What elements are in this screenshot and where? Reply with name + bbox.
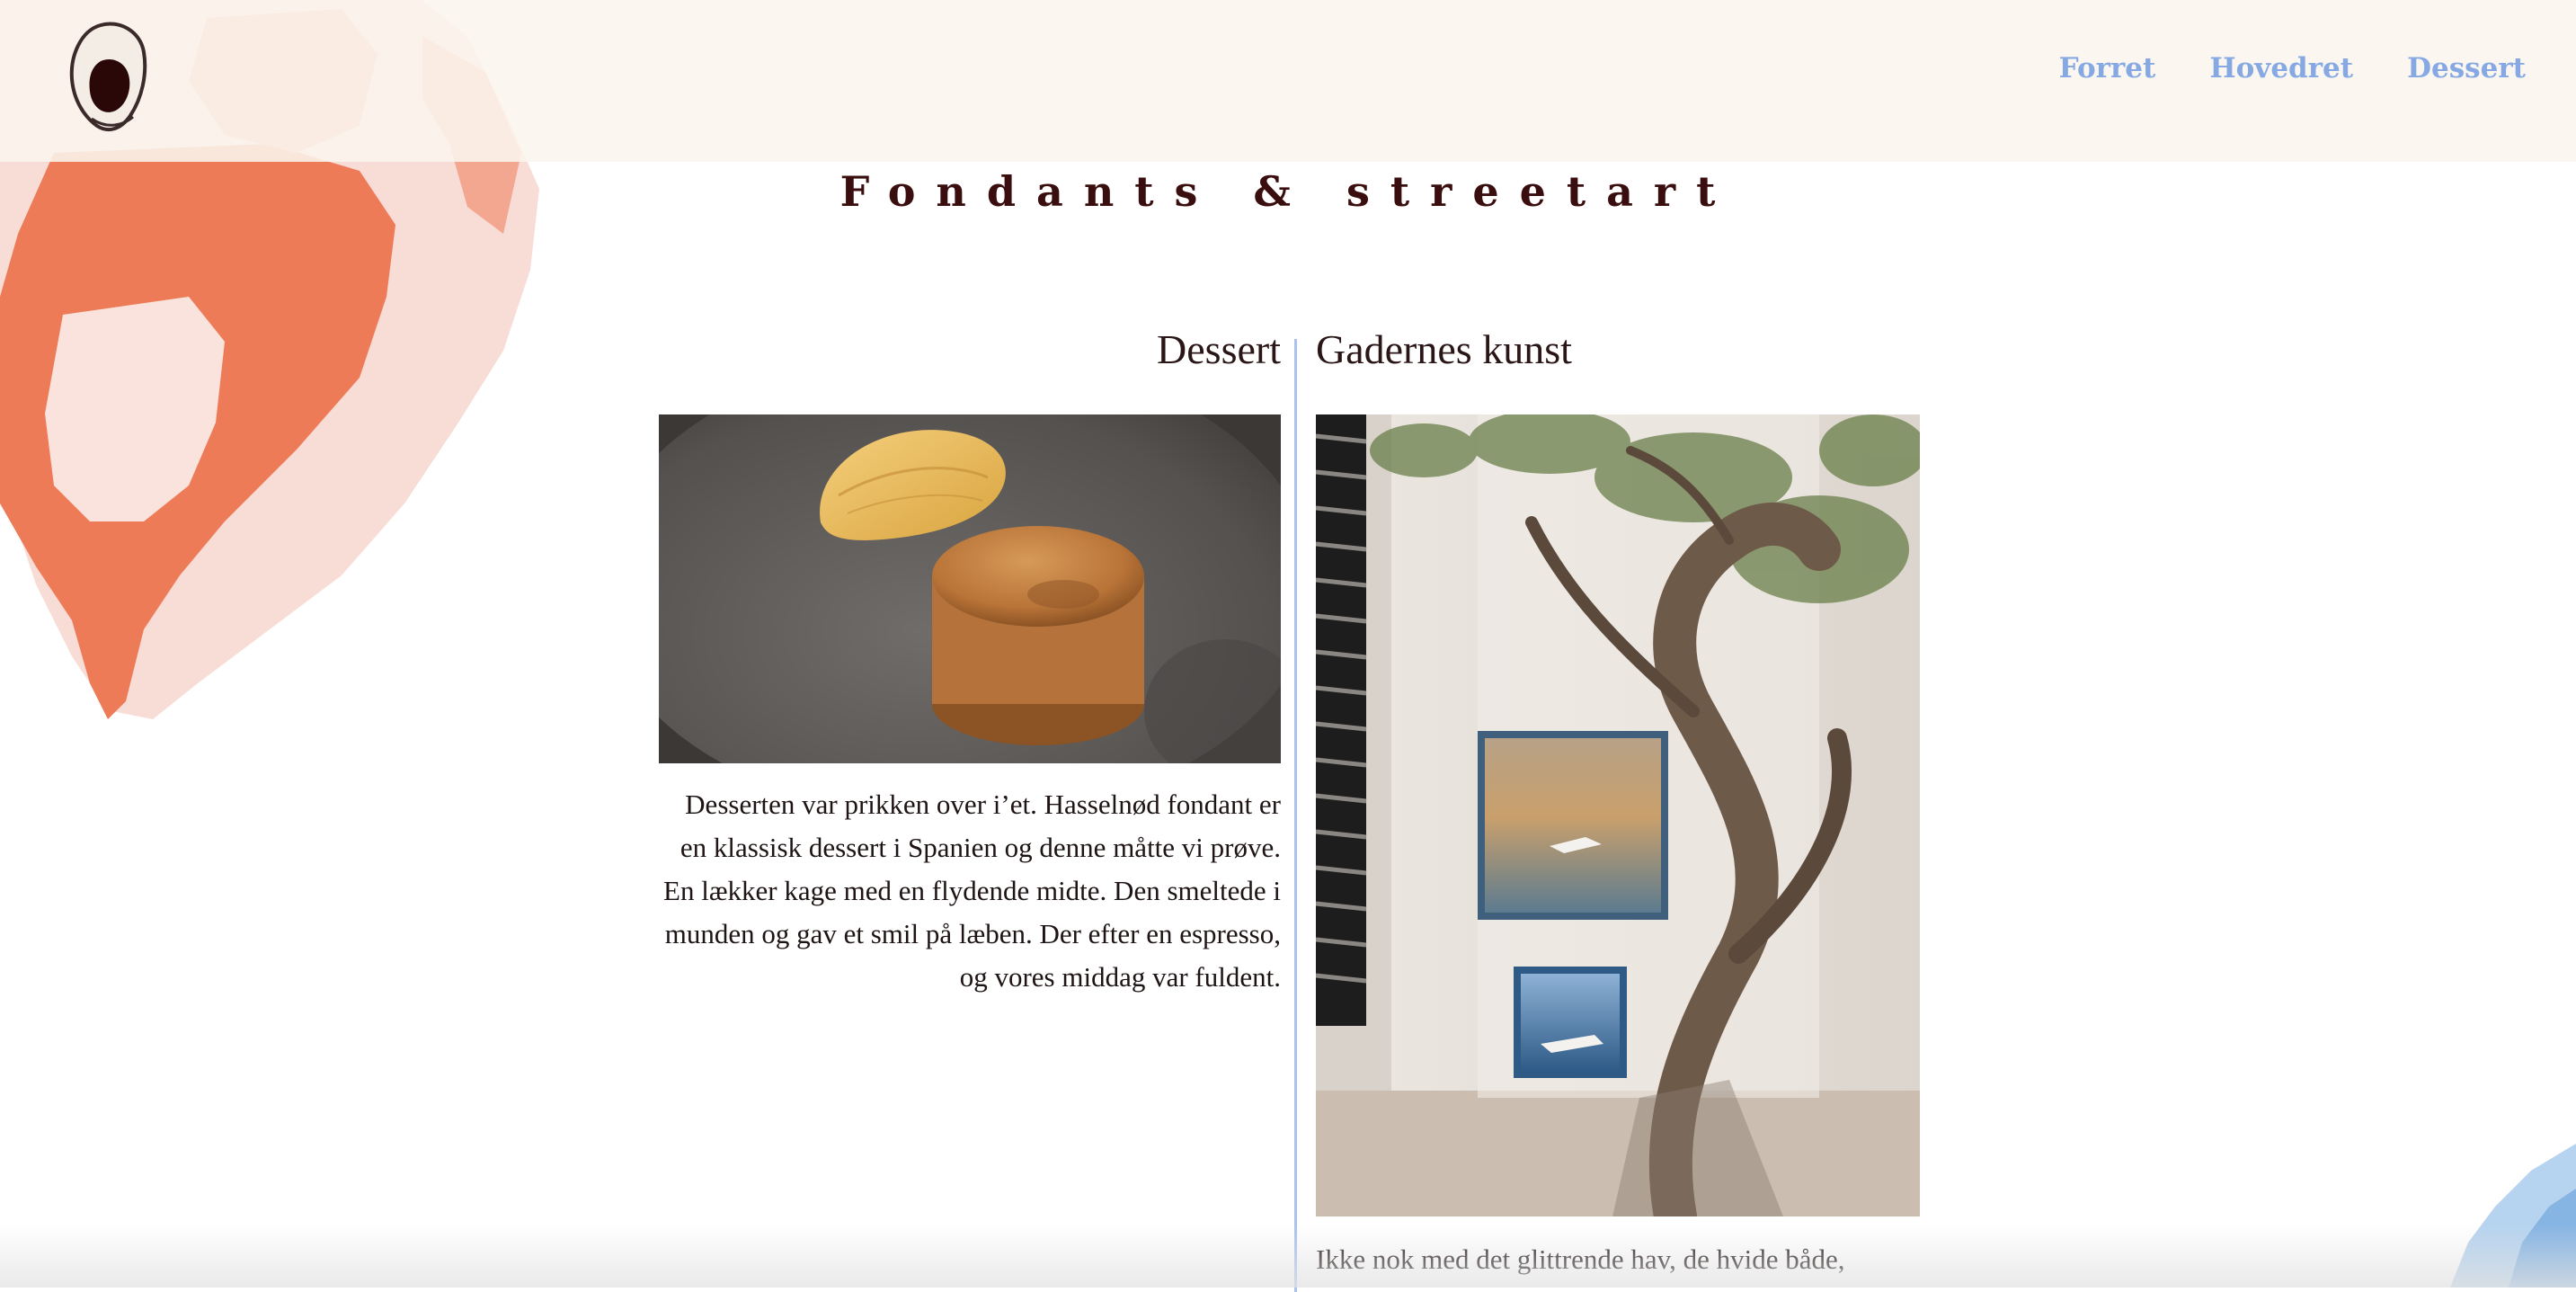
dessert-description: Desserten var prikken over i’et. Hasseln… (663, 789, 1281, 993)
site-header: Forret Hovedret Dessert (0, 0, 2576, 162)
dessert-section: Dessert Desserten var prikken over i’et.… (659, 325, 1281, 999)
nav-link-forret[interactable]: Forret (2059, 52, 2156, 85)
street-art-section: Gadernes kunst Ikke nok med det glittren… (1316, 325, 1920, 1281)
oyster-shell-icon (69, 22, 147, 132)
dessert-photo (659, 414, 1281, 763)
column-divider (1294, 339, 1297, 1292)
nav-link-hovedret[interactable]: Hovedret (2209, 52, 2353, 85)
nav-link-dessert[interactable]: Dessert (2407, 52, 2526, 85)
street-art-heading: Gadernes kunst (1316, 326, 1572, 372)
shutter (1316, 414, 1367, 1026)
blue-paint-splash-decoration (2450, 1144, 2576, 1288)
street-art-photo (1316, 414, 1920, 1216)
page-title: Fondants & streetart (839, 167, 1737, 216)
dessert-heading: Dessert (1157, 326, 1281, 372)
main-nav: Forret Hovedret Dessert (2059, 52, 2526, 85)
bottom-fade-overlay (0, 1225, 2576, 1288)
street-art-description: Ikke nok med det glittrende hav, de hvid… (1316, 1243, 1845, 1275)
home-logo-link[interactable] (65, 20, 149, 135)
